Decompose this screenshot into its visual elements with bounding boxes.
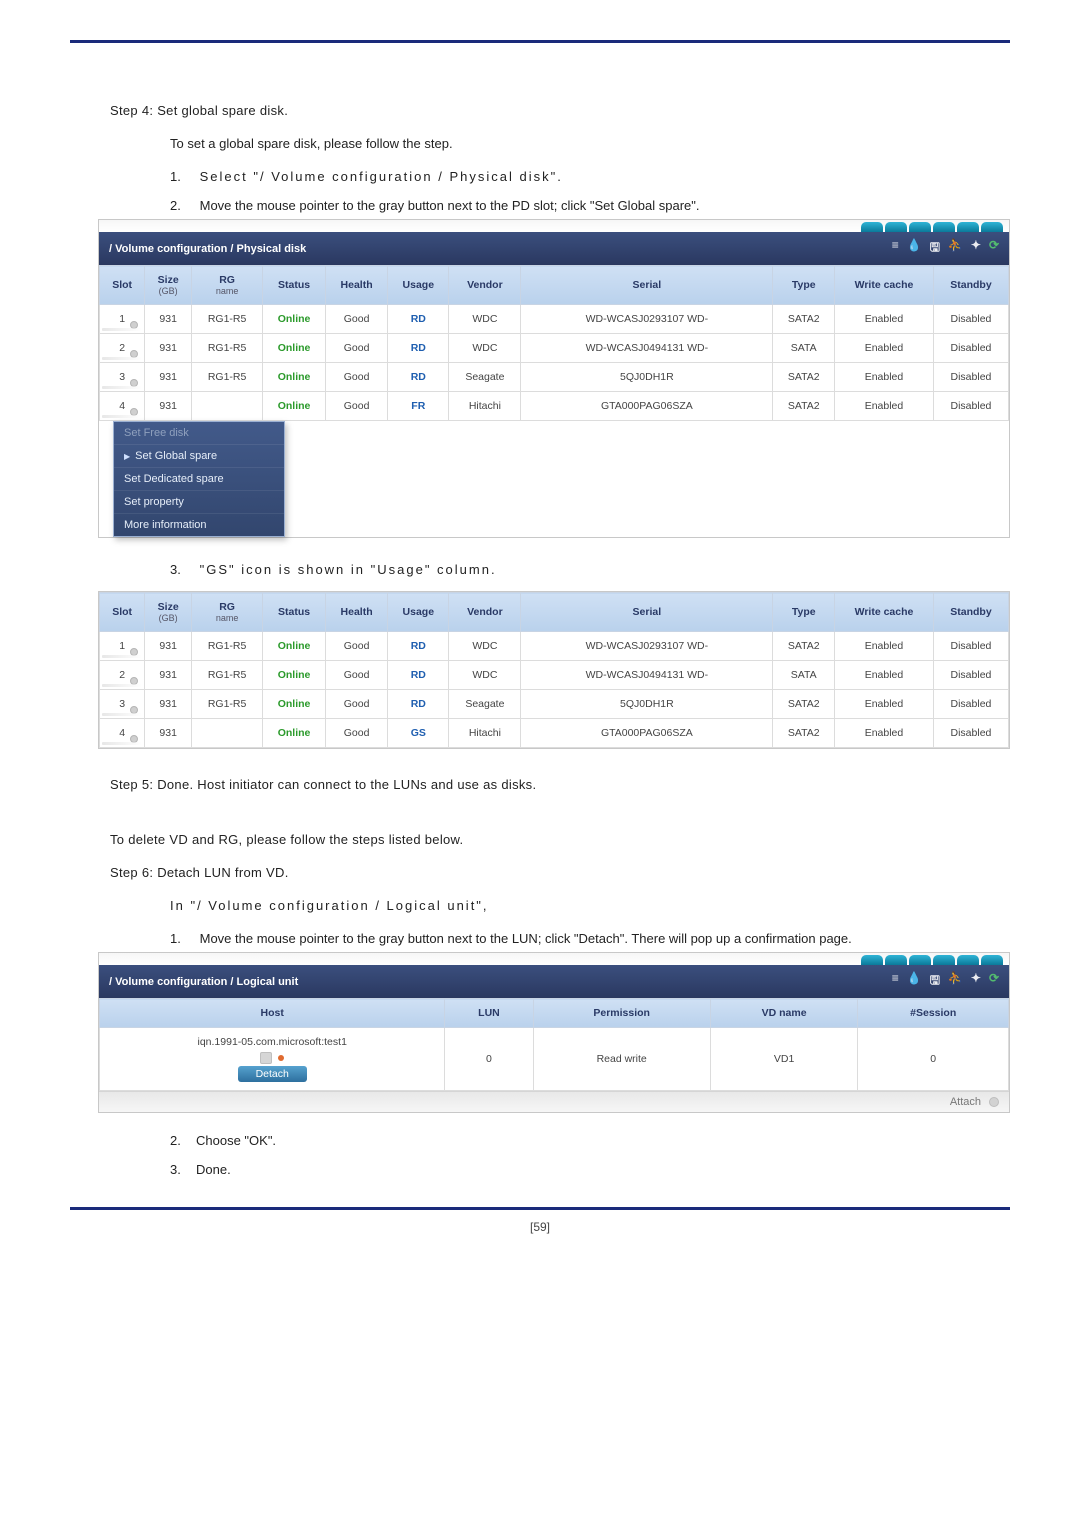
slot-cell[interactable]: 1 xyxy=(100,305,145,334)
step4-lead: To set a global spare disk, please follo… xyxy=(170,136,1010,151)
table-row: 3931RG1-R5OnlineGoodRDSeagate5QJ0DH1RSAT… xyxy=(100,363,1009,392)
col-type: Type xyxy=(773,266,835,305)
page-number: [59] xyxy=(70,1220,1010,1234)
table-row: 4931OnlineGoodFRHitachiGTA000PAG06SZASAT… xyxy=(100,392,1009,421)
step6-lead: In "/ Volume configuration / Logical uni… xyxy=(170,898,1010,913)
col-vendor: Vendor xyxy=(449,593,521,632)
table-row: 1931RG1-R5OnlineGoodRDWDCWD-WCASJ0293107… xyxy=(100,632,1009,661)
water-icon[interactable]: 💧 xyxy=(907,971,922,992)
col-slot: Slot xyxy=(100,593,145,632)
step6-title: Step 6: Detach LUN from VD. xyxy=(110,865,1010,880)
col-status: Status xyxy=(263,266,326,305)
col-type: Type xyxy=(773,593,835,632)
step6-item-1: 1. Move the mouse pointer to the gray bu… xyxy=(170,931,1010,946)
slot-cell[interactable]: 2 xyxy=(100,661,145,690)
step6-item-3: 3.Done. xyxy=(170,1162,1010,1177)
col-size: Size(GB) xyxy=(145,593,192,632)
step5-title: Step 5: Done. Host initiator can connect… xyxy=(110,777,1010,792)
col-lun: LUN xyxy=(445,999,533,1028)
physical-disk-table: SlotSize(GB)RGnameStatusHealthUsageVendo… xyxy=(99,265,1009,421)
table-row: 2931RG1-R5OnlineGoodRDWDCWD-WCASJ0494131… xyxy=(100,334,1009,363)
slot-context-menu[interactable]: Set Free diskSet Global spareSet Dedicat… xyxy=(113,421,285,537)
sparkle-icon[interactable]: ✦ xyxy=(971,238,981,259)
col-permission: Permission xyxy=(533,999,710,1028)
step4-item-1: 1. Select "/ Volume configuration / Phys… xyxy=(170,169,1010,184)
col-size: Size(GB) xyxy=(145,266,192,305)
step4-item-3: 3. "GS" icon is shown in "Usage" column. xyxy=(170,562,1010,577)
physical-disk-shot: / Volume configuration / Physical disk ≡… xyxy=(98,219,1010,538)
attach-label[interactable]: Attach xyxy=(950,1096,981,1108)
list-icon[interactable]: ≡ xyxy=(892,238,899,259)
water-icon[interactable]: 💧 xyxy=(907,238,922,259)
titlebar-icons: ≡ 💧 🖫 ⛹ ✦ ⟳ xyxy=(892,971,999,992)
table-row: 3931RG1-R5OnlineGoodRDSeagate5QJ0DH1RSAT… xyxy=(100,690,1009,719)
breadcrumb: / Volume configuration / Physical disk xyxy=(109,243,306,255)
menu-item-more-information[interactable]: More information xyxy=(114,513,284,536)
slot-cell[interactable]: 4 xyxy=(100,392,145,421)
col-vendor: Vendor xyxy=(449,266,521,305)
step6-item-2: 2.Choose "OK". xyxy=(170,1133,1010,1148)
detach-button[interactable]: Detach xyxy=(238,1066,307,1082)
col-standby: Standby xyxy=(933,593,1008,632)
col-health: Health xyxy=(326,266,388,305)
col-writecache: Write cache xyxy=(835,593,934,632)
slot-cell[interactable]: 4 xyxy=(100,719,145,748)
status-dot xyxy=(278,1055,284,1061)
col-writecache: Write cache xyxy=(835,266,934,305)
person-icon[interactable]: ⛹ xyxy=(948,238,963,259)
list-icon[interactable]: ≡ xyxy=(892,971,899,992)
sparkle-icon[interactable]: ✦ xyxy=(971,971,981,992)
table-row: 1931RG1-R5OnlineGoodRDWDCWD-WCASJ0293107… xyxy=(100,305,1009,334)
col-slot: Slot xyxy=(100,266,145,305)
col-usage: Usage xyxy=(388,593,449,632)
host-cell[interactable]: iqn.1991-05.com.microsoft:test1Detach xyxy=(100,1028,445,1091)
step4-title: Step 4: Set global spare disk. xyxy=(110,103,1010,118)
step4-item-2: 2. Move the mouse pointer to the gray bu… xyxy=(170,198,1010,213)
col-standby: Standby xyxy=(933,266,1008,305)
col-serial: Serial xyxy=(521,593,773,632)
save-icon[interactable]: 🖫 xyxy=(930,238,940,259)
table-row: iqn.1991-05.com.microsoft:test1Detach0Re… xyxy=(100,1028,1009,1091)
logical-unit-table: HostLUNPermissionVD name#Sessioniqn.1991… xyxy=(99,998,1009,1091)
col-usage: Usage xyxy=(388,266,449,305)
lun-menu-button[interactable] xyxy=(260,1052,272,1064)
slot-cell[interactable]: 1 xyxy=(100,632,145,661)
save-icon[interactable]: 🖫 xyxy=(930,971,940,992)
menu-item-set-dedicated-spare[interactable]: Set Dedicated spare xyxy=(114,467,284,490)
physical-disk-table-after: SlotSize(GB)RGnameStatusHealthUsageVendo… xyxy=(99,592,1009,748)
menu-item-set-global-spare[interactable]: Set Global spare xyxy=(114,444,284,467)
col-status: Status xyxy=(263,593,326,632)
breadcrumb: / Volume configuration / Logical unit xyxy=(109,976,298,988)
slot-cell[interactable]: 2 xyxy=(100,334,145,363)
menu-item-set-property[interactable]: Set property xyxy=(114,490,284,513)
titlebar-icons: ≡ 💧 🖫 ⛹ ✦ ⟳ xyxy=(892,238,999,259)
delete-intro: To delete VD and RG, please follow the s… xyxy=(110,832,1010,847)
col-serial: Serial xyxy=(521,266,773,305)
person-icon[interactable]: ⛹ xyxy=(948,971,963,992)
col-vdname: VD name xyxy=(710,999,858,1028)
slot-cell[interactable]: 3 xyxy=(100,363,145,392)
refresh-icon[interactable]: ⟳ xyxy=(989,238,999,259)
slot-cell[interactable]: 3 xyxy=(100,690,145,719)
physical-disk-shot-after: SlotSize(GB)RGnameStatusHealthUsageVendo… xyxy=(98,591,1010,749)
table-row: 4931OnlineGoodGSHitachiGTA000PAG06SZASAT… xyxy=(100,719,1009,748)
attach-bar: Attach xyxy=(99,1091,1009,1112)
col-rg: RGname xyxy=(192,266,263,305)
col-session: #Session xyxy=(858,999,1009,1028)
col-host: Host xyxy=(100,999,445,1028)
col-rg: RGname xyxy=(192,593,263,632)
logical-unit-shot: / Volume configuration / Logical unit ≡ … xyxy=(98,952,1010,1113)
menu-item-set-free-disk[interactable]: Set Free disk xyxy=(114,422,284,444)
col-health: Health xyxy=(326,593,388,632)
table-row: 2931RG1-R5OnlineGoodRDWDCWD-WCASJ0494131… xyxy=(100,661,1009,690)
attach-button[interactable] xyxy=(989,1097,999,1107)
refresh-icon[interactable]: ⟳ xyxy=(989,971,999,992)
